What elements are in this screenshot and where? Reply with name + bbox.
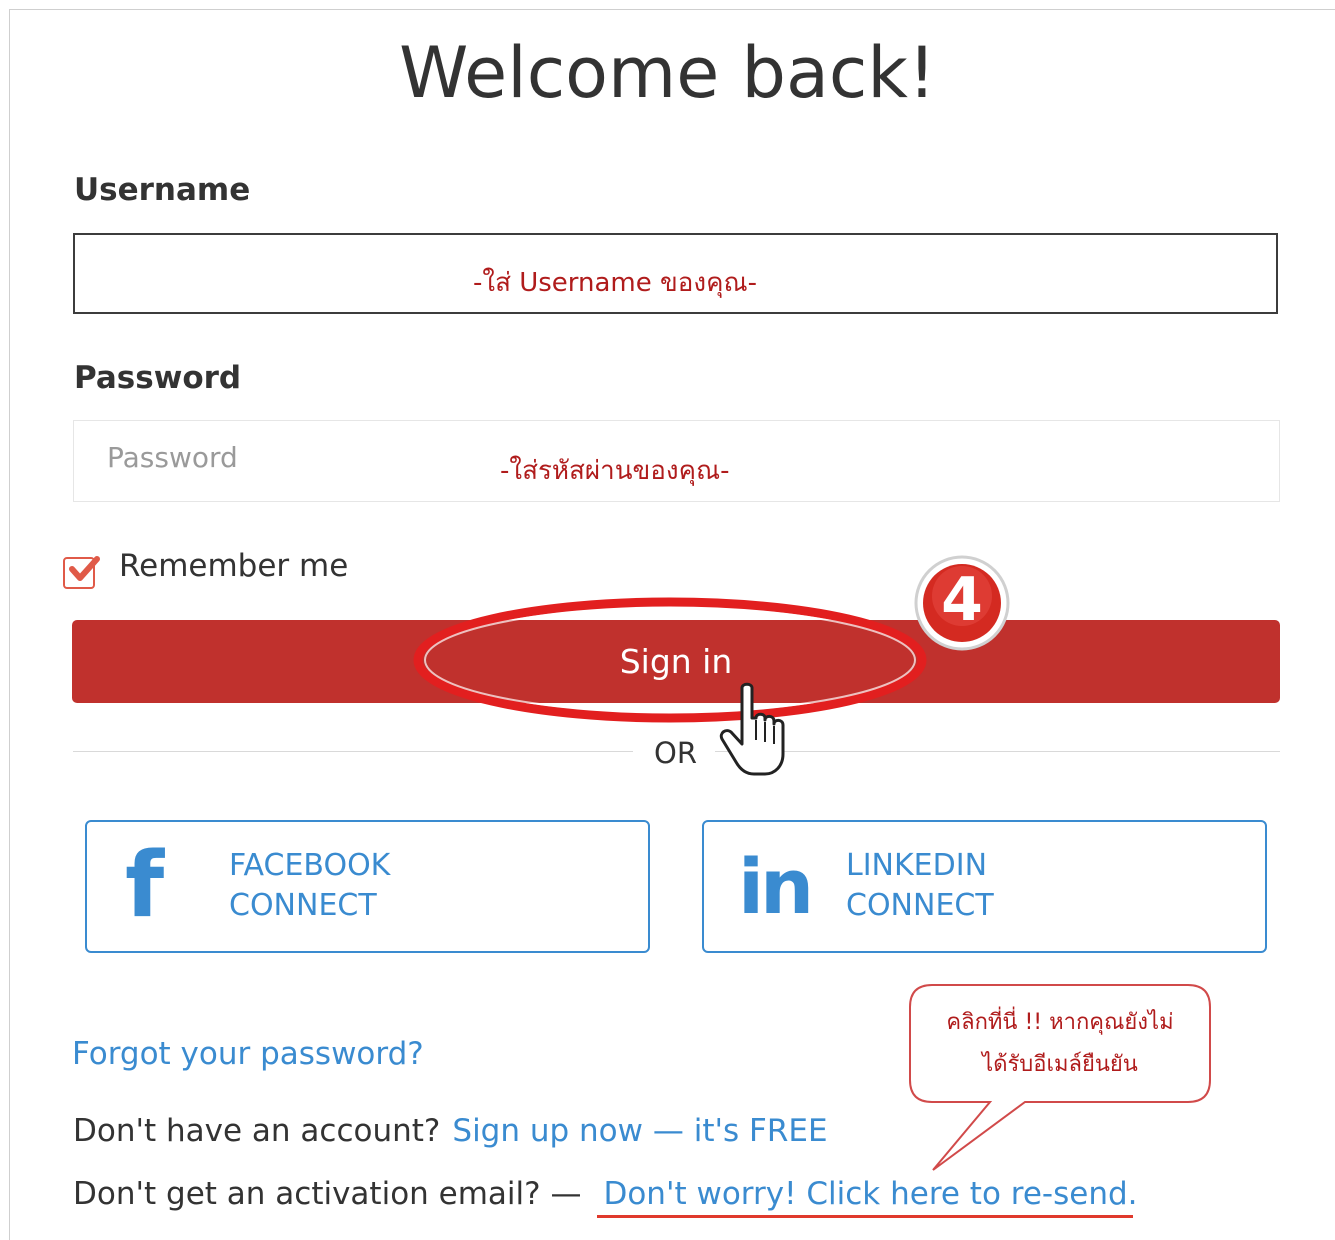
step-badge-number: 4 [941,565,983,635]
username-instruction-note: -ใส่ Username ของคุณ- [473,268,757,298]
activation-prompt: Don't get an activation email? — [73,1176,582,1212]
facebook-connect-button[interactable]: f FACEBOOK CONNECT [85,820,650,953]
callout-line1: คลิกที่นี่ !! หากคุณยังไม่ [946,1010,1174,1035]
remember-me-checkbox[interactable] [63,556,100,589]
divider-right [715,751,1280,752]
facebook-label-line2: CONNECT [229,888,377,923]
page-title: Welcome back! [399,32,936,114]
divider-left [73,751,633,752]
password-label: Password [74,360,242,396]
signup-prompt: Don't have an account? [73,1113,441,1149]
activation-row: Don't get an activation email? — Don't wo… [73,1176,1138,1212]
callout-text: คลิกที่นี่ !! หากคุณยังไม่ ได้รับอีเมล์ย… [915,1002,1205,1086]
callout-line2: ได้รับอีเมล์ยืนยัน [982,1052,1138,1077]
signup-row: Don't have an account? Sign up now — it's… [73,1113,828,1149]
linkedin-connect-button[interactable]: in LINKEDIN CONNECT [702,820,1267,953]
linkedin-icon: in [738,842,814,931]
linkedin-label-line2: CONNECT [846,888,994,923]
linkedin-label-line1: LINKEDIN [846,848,988,883]
facebook-icon: f [125,833,165,938]
or-separator: OR [648,736,703,770]
resend-activation-link[interactable]: Don't worry! Click here to re-send. [603,1176,1137,1212]
facebook-label-line1: FACEBOOK [229,848,391,883]
signup-link[interactable]: Sign up now — it's FREE [452,1113,827,1149]
password-placeholder: Password [107,441,238,474]
remember-me-label[interactable]: Remember me [119,548,348,584]
forgot-password-link[interactable]: Forgot your password? [72,1036,424,1072]
checkmark-icon [69,556,100,581]
password-instruction-note: -ใส่รหัสผ่านของคุณ- [500,456,730,486]
username-label: Username [74,172,251,208]
resend-link-highlight-underline [597,1215,1133,1218]
sign-in-button[interactable]: Sign in [72,620,1280,703]
